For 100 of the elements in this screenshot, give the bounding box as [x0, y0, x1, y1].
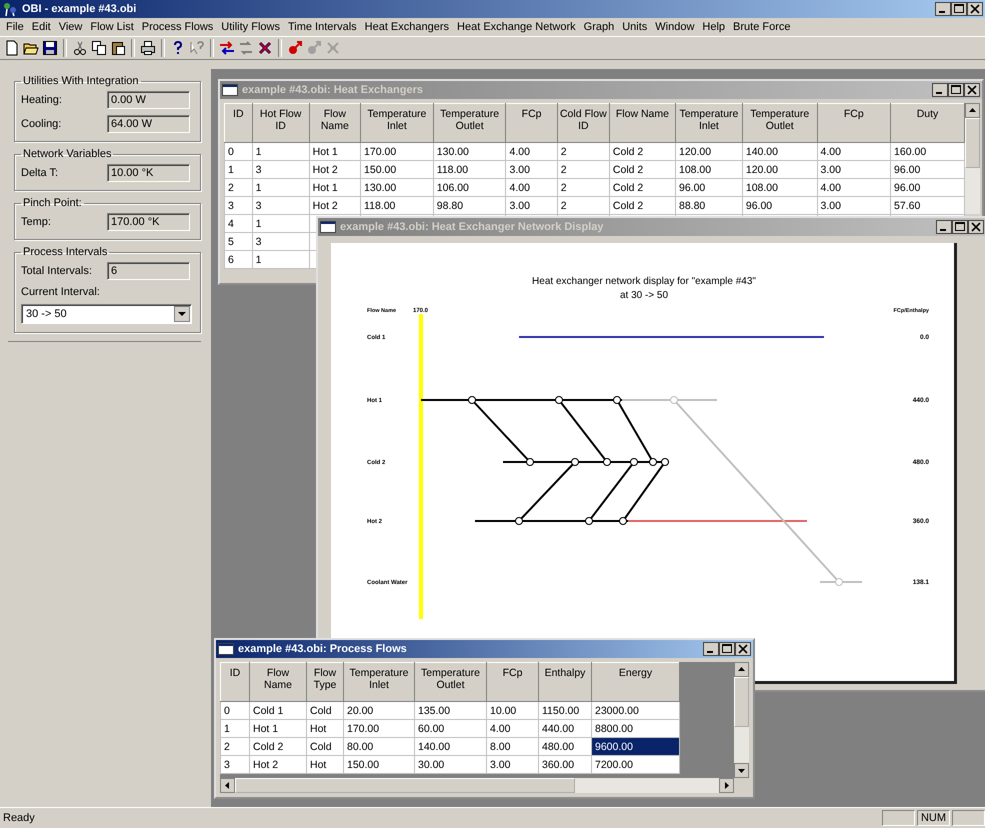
menu-item[interactable]: Utility Flows — [217, 21, 284, 33]
column-header[interactable]: Temperature Inlet — [360, 104, 434, 142]
column-header[interactable]: FCp — [817, 104, 891, 142]
table-cell: 3.00 — [817, 196, 891, 214]
app-icon — [2, 1, 18, 17]
close-icon[interactable] — [968, 220, 984, 234]
exchanger-node — [619, 517, 627, 525]
menu-item[interactable]: Help — [698, 21, 730, 33]
column-header[interactable]: ID — [220, 662, 250, 702]
table-cell: 60.00 — [414, 720, 486, 738]
table-cell: 3 — [252, 196, 310, 214]
column-header[interactable]: Flow Name — [609, 104, 676, 142]
table-cell: 108.00 — [742, 178, 818, 196]
menu-item[interactable]: Graph — [580, 21, 618, 33]
table-cell: 4.00 — [506, 142, 558, 160]
column-header[interactable]: Flow Name — [309, 104, 361, 142]
window-title-bar[interactable]: example #43.obi: Process Flows — [216, 640, 753, 658]
scroll-up-icon[interactable] — [734, 662, 749, 677]
paste-icon[interactable] — [110, 40, 126, 56]
new-file-icon[interactable] — [4, 40, 20, 56]
maximize-icon[interactable] — [951, 2, 967, 16]
copy-icon[interactable] — [91, 40, 107, 56]
diagram-title: Heat exchanger network display for "example #43" — [532, 276, 756, 287]
minimize-icon[interactable] — [935, 2, 951, 16]
document-icon — [320, 221, 336, 233]
menu-item[interactable]: Flow List — [86, 21, 138, 33]
table-cell: Hot — [306, 720, 344, 738]
vertical-scrollbar[interactable] — [734, 662, 749, 778]
maximize-icon[interactable] — [952, 220, 968, 234]
scroll-up-icon[interactable] — [965, 103, 980, 118]
column-header[interactable]: Hot Flow ID — [252, 104, 310, 142]
menu-item[interactable]: Heat Exchangers — [360, 21, 454, 33]
menu-item[interactable]: Units — [618, 21, 652, 33]
column-header[interactable]: Flow Type — [306, 662, 344, 702]
table-cell: 4.00 — [817, 178, 891, 196]
column-header[interactable]: Enthalpy — [538, 662, 592, 702]
column-header[interactable]: Temperature Inlet — [344, 662, 414, 702]
window-title: example #43.obi: Process Flows — [238, 643, 408, 655]
minimize-icon[interactable] — [932, 83, 948, 97]
close-icon[interactable] — [964, 83, 980, 97]
swap-arrows-icon[interactable] — [219, 40, 235, 56]
column-header[interactable]: Temperature Inlet — [675, 104, 742, 142]
scroll-thumb[interactable] — [235, 778, 575, 793]
save-icon[interactable] — [42, 40, 58, 56]
scroll-thumb[interactable] — [965, 118, 980, 168]
table-cell: 5 — [224, 232, 252, 250]
menu-item[interactable]: Process Flows — [138, 21, 218, 33]
column-header[interactable]: Temperature Outlet — [414, 662, 486, 702]
exchanger-node — [526, 458, 534, 466]
exchanger-node — [630, 458, 638, 466]
close-icon[interactable] — [967, 2, 983, 16]
close-icon[interactable] — [735, 642, 751, 656]
maximize-icon[interactable] — [719, 642, 735, 656]
table-cell: 440.00 — [538, 720, 592, 738]
scroll-down-icon[interactable] — [734, 763, 749, 778]
horizontal-scrollbar[interactable] — [220, 778, 734, 793]
table-cell: 20.00 — [344, 702, 414, 720]
menu-item[interactable]: File — [2, 21, 28, 33]
exchanger-node — [468, 396, 476, 404]
column-header[interactable]: Temperature Outlet — [433, 104, 506, 142]
minimize-icon[interactable] — [703, 642, 719, 656]
table-cell: 10.00 — [486, 702, 538, 720]
group-title: Pinch Point: — [22, 197, 83, 209]
table-cell: 2 — [557, 178, 610, 196]
table-cell: 4.00 — [486, 720, 538, 738]
column-header[interactable]: ID — [224, 104, 252, 142]
field-label: Total Intervals: — [21, 265, 93, 277]
column-header[interactable]: Temperature Outlet — [742, 104, 818, 142]
menu-item[interactable]: Brute Force — [729, 21, 795, 33]
interval-dropdown[interactable]: 30 -> 50 — [21, 304, 192, 324]
minimize-icon[interactable] — [936, 220, 952, 234]
table-cell: 130.00 — [433, 142, 506, 160]
context-help-icon[interactable] — [189, 40, 205, 56]
column-header[interactable]: Flow Name — [250, 662, 306, 702]
field-label: Heating: — [21, 94, 63, 106]
table-cell: 98.80 — [433, 196, 506, 214]
column-header[interactable]: Energy — [592, 662, 680, 702]
column-header[interactable]: Duty — [890, 104, 964, 142]
field-label: Current Interval: — [21, 286, 101, 298]
delete-icon[interactable] — [257, 40, 273, 56]
document-icon — [218, 643, 234, 655]
link-icon[interactable] — [287, 40, 303, 56]
print-icon[interactable] — [140, 40, 156, 56]
maximize-icon[interactable] — [948, 83, 964, 97]
vertical-scrollbar[interactable] — [965, 103, 980, 214]
menu-item[interactable]: Window — [651, 21, 698, 33]
table-cell: 170.00 — [344, 720, 414, 738]
menu-item[interactable]: View — [54, 21, 86, 33]
column-header[interactable]: FCp — [486, 662, 538, 702]
scroll-right-icon[interactable] — [719, 778, 734, 793]
scroll-thumb[interactable] — [734, 677, 749, 727]
cut-icon[interactable] — [72, 40, 88, 56]
exchanger-node — [661, 458, 669, 466]
column-header[interactable]: Cold Flow ID — [557, 104, 610, 142]
scroll-left-icon[interactable] — [220, 778, 235, 793]
column-header[interactable]: FCp — [506, 104, 558, 142]
table-cell: 3.00 — [506, 160, 558, 178]
menu-item[interactable]: Time Intervals — [284, 21, 361, 33]
menu-item[interactable]: Edit — [28, 21, 55, 33]
menu-item[interactable]: Heat Exchange Network — [453, 21, 580, 33]
